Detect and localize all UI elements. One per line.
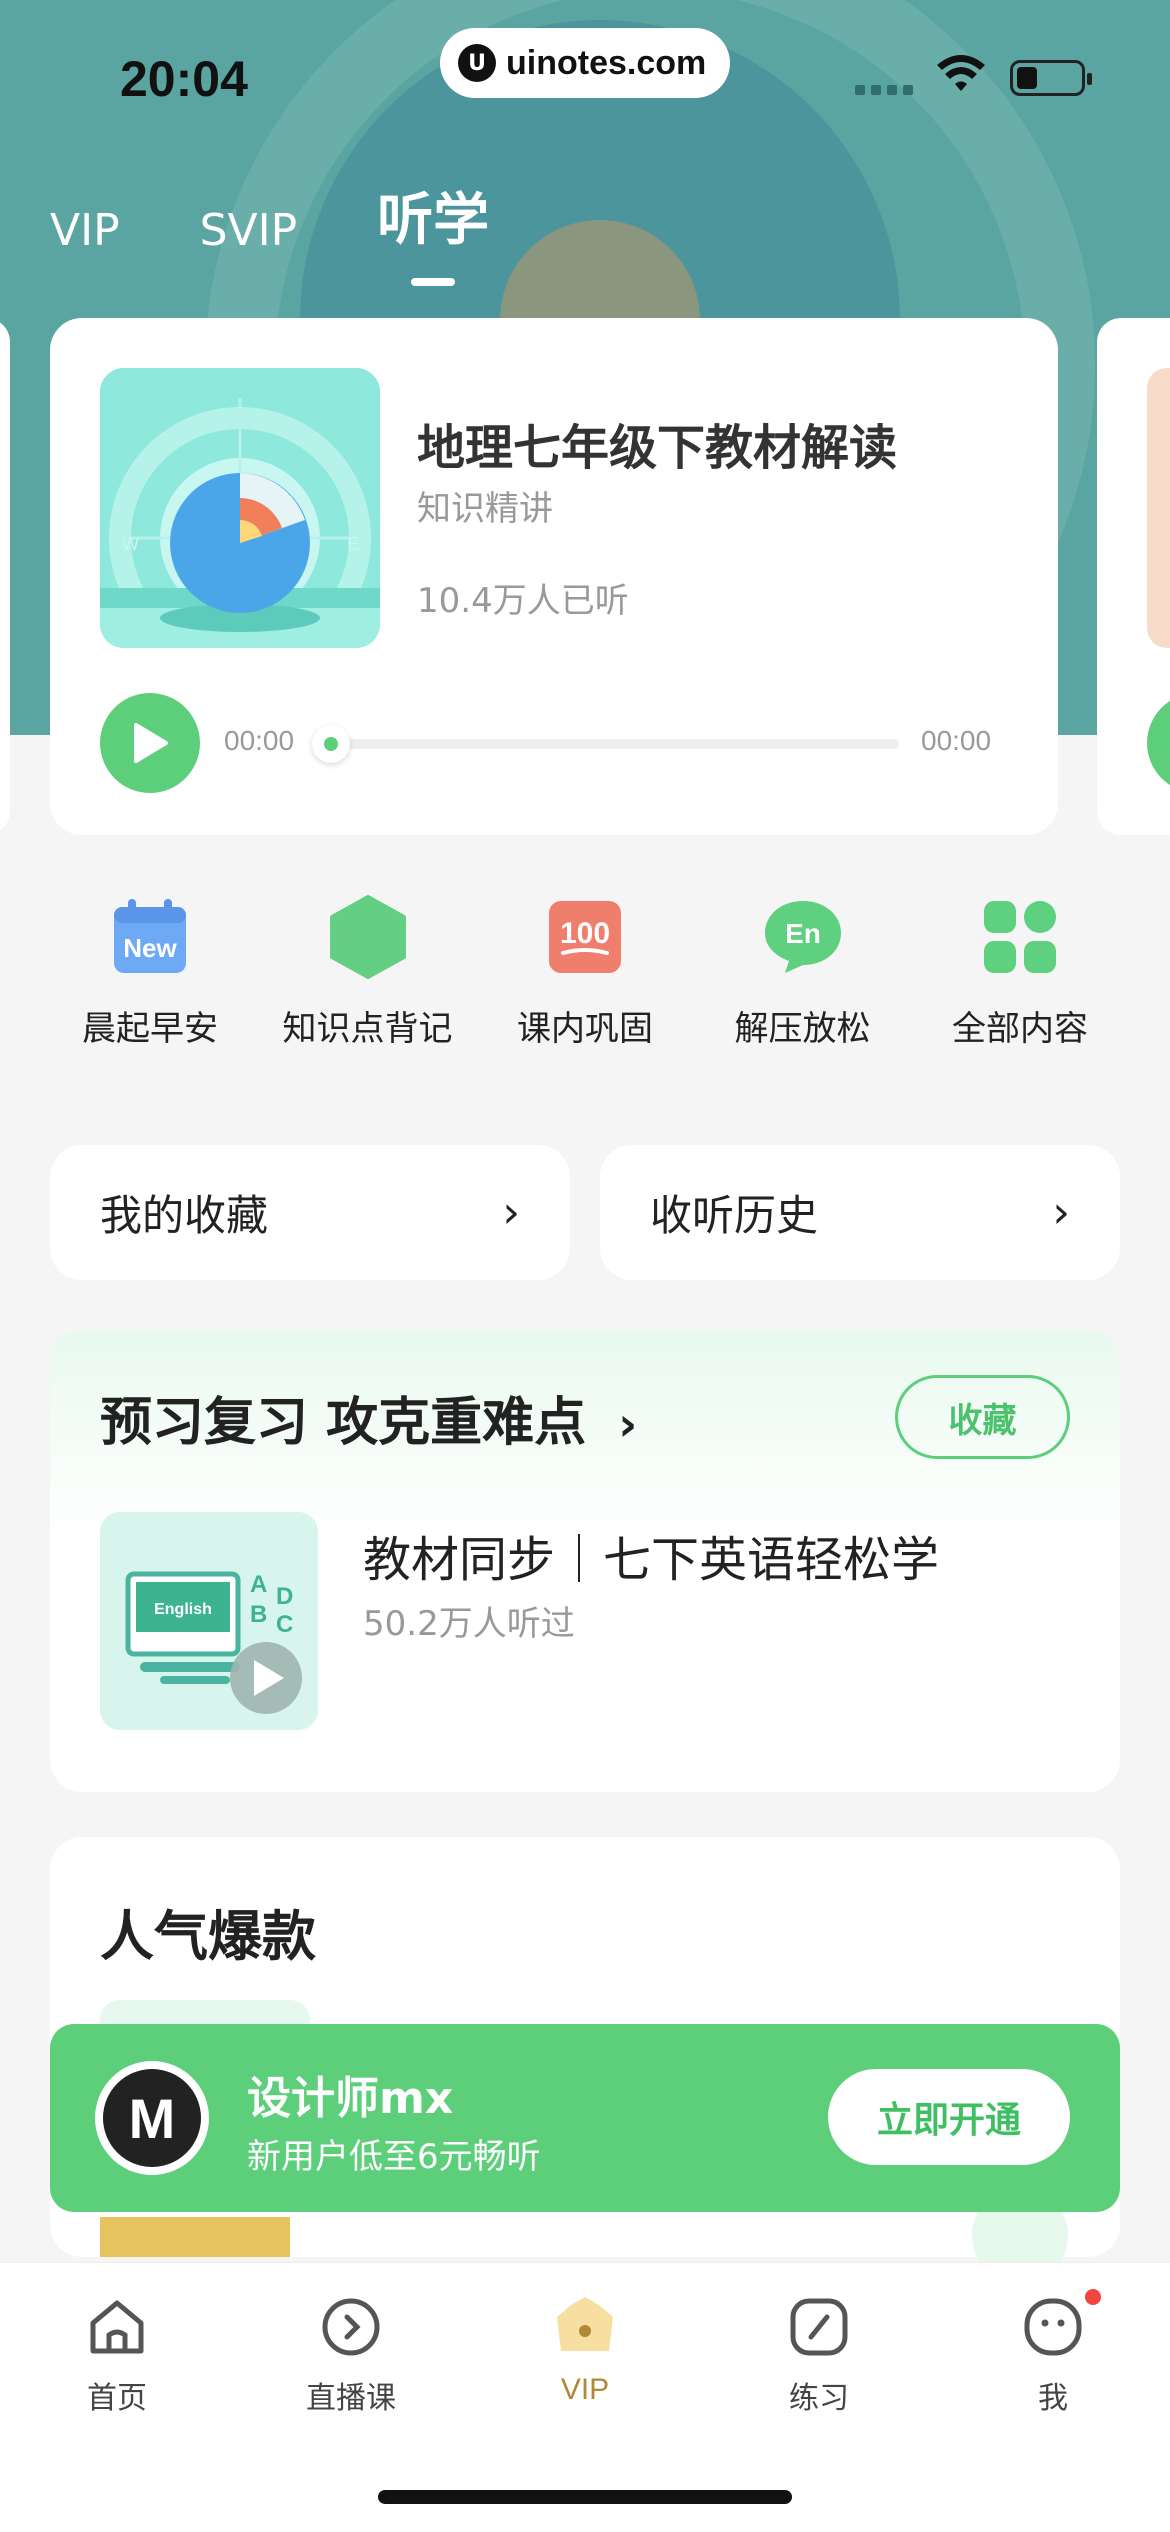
popular-item-thumbnail[interactable] bbox=[100, 2217, 290, 2257]
nav-label: 首页 bbox=[87, 2381, 147, 2416]
watermark-pill: U uinotes.com bbox=[440, 28, 730, 98]
status-bar: 20:04 U uinotes.com bbox=[0, 0, 1170, 140]
watermark-logo: U bbox=[458, 44, 496, 82]
carousel-next-card[interactable] bbox=[1097, 318, 1170, 835]
hexagon-icon bbox=[326, 895, 410, 979]
nav-label: 我 bbox=[1038, 2381, 1068, 2416]
total-time: 00:00 bbox=[921, 725, 992, 756]
progress-track[interactable] bbox=[328, 739, 899, 749]
progress-knob[interactable] bbox=[312, 725, 350, 763]
avatar-logo: M bbox=[103, 2069, 201, 2167]
home-indicator bbox=[378, 2490, 792, 2504]
study-section-title: 预习复习 攻克重难点 bbox=[100, 1393, 587, 1453]
vip-crown-icon bbox=[551, 2293, 619, 2361]
collect-button[interactable]: 收藏 bbox=[895, 1375, 1070, 1459]
home-icon bbox=[83, 2293, 151, 2361]
nav-profile[interactable]: 我 bbox=[963, 2289, 1143, 2417]
nav-home[interactable]: 首页 bbox=[27, 2293, 207, 2417]
wifi-icon bbox=[937, 55, 985, 91]
thumb-english-text: English bbox=[154, 1601, 212, 1618]
quick-action-morning[interactable]: New 晨起早安 bbox=[50, 895, 250, 1075]
chevron-right-icon: › bbox=[502, 1187, 520, 1238]
nav-live[interactable]: 直播课 bbox=[261, 2293, 441, 2417]
study-section-card: 预习复习 攻克重难点 › 收藏 English A B C D 教材同步｜七下英… bbox=[50, 1330, 1120, 1792]
signal-icon bbox=[855, 85, 913, 95]
status-time: 20:04 bbox=[120, 51, 248, 107]
study-item-title[interactable]: 教材同步｜七下英语轻松学 bbox=[363, 1520, 939, 1590]
tab-svip[interactable]: SVIP bbox=[200, 205, 298, 256]
quick-action-label: 课内巩固 bbox=[517, 1009, 653, 1049]
quick-action-consolidate[interactable]: 100 课内巩固 bbox=[485, 895, 685, 1075]
vip-promo-banner[interactable]: M 设计师mx 新用户低至6元畅听 立即开通 bbox=[50, 2024, 1120, 2212]
study-item-thumbnail[interactable]: English A B C D bbox=[100, 1512, 318, 1730]
thumb-letter: D bbox=[276, 1583, 293, 1610]
tab-listen[interactable]: 听学 bbox=[377, 175, 489, 286]
calendar-new-icon: New bbox=[108, 895, 192, 979]
thumb-letter: C bbox=[276, 1611, 293, 1638]
quick-action-label: 解压放松 bbox=[734, 1009, 871, 1049]
elapsed-time: 00:00 bbox=[224, 725, 295, 756]
history-button[interactable]: 收听历史 › bbox=[600, 1145, 1120, 1280]
bubble-badge-text: En bbox=[785, 918, 821, 949]
nav-label: VIP bbox=[560, 2373, 610, 2406]
score-badge-text: 100 bbox=[560, 917, 610, 950]
nav-vip[interactable]: VIP bbox=[495, 2293, 675, 2417]
track-listen-count: 10.4万人已听 bbox=[417, 581, 629, 621]
play-icon bbox=[134, 723, 168, 763]
nav-label: 直播课 bbox=[306, 2381, 396, 2416]
chevron-right-icon: › bbox=[618, 1397, 638, 1451]
favorites-label: 我的收藏 bbox=[100, 1191, 269, 1240]
promo-description: 新用户低至6元畅听 bbox=[247, 2137, 541, 2177]
popular-section-title: 人气爆款 bbox=[100, 1905, 316, 1968]
earth-cover-image: W E bbox=[100, 368, 380, 648]
quick-action-memorize[interactable]: 知识点背记 bbox=[268, 895, 468, 1075]
track-subtitle: 知识精讲 bbox=[417, 489, 553, 529]
quick-actions: New 晨起早安 知识点背记 100 课内巩固 En 解压放松 全部内容 bbox=[50, 895, 1120, 1075]
quick-action-label: 全部内容 bbox=[952, 1009, 1088, 1049]
thumb-letter: B bbox=[250, 1601, 267, 1628]
quick-action-relax[interactable]: En 解压放松 bbox=[703, 895, 903, 1075]
study-section-header[interactable]: 预习复习 攻克重难点 › bbox=[100, 1380, 637, 1455]
next-card-thumbnail bbox=[1147, 368, 1170, 648]
calendar-badge-text: New bbox=[123, 933, 177, 963]
score-100-icon: 100 bbox=[543, 895, 627, 979]
watermark-text: uinotes.com bbox=[506, 43, 707, 82]
english-bubble-icon: En bbox=[761, 895, 845, 979]
grid-icon bbox=[978, 895, 1062, 979]
activate-now-button[interactable]: 立即开通 bbox=[828, 2069, 1070, 2165]
audio-player-card[interactable]: W E 地理七年级下教材解读 知识精讲 10.4万人已听 00:00 00:00 bbox=[50, 318, 1058, 835]
avatar: M bbox=[95, 2061, 209, 2175]
battery-icon bbox=[1010, 60, 1092, 96]
history-label: 收听历史 bbox=[650, 1191, 819, 1240]
quick-action-all[interactable]: 全部内容 bbox=[920, 895, 1120, 1075]
study-item-count: 50.2万人听过 bbox=[363, 1604, 575, 1644]
tab-vip[interactable]: VIP bbox=[50, 205, 120, 256]
thumb-letter: A bbox=[250, 1571, 267, 1598]
favorites-button[interactable]: 我的收藏 › bbox=[50, 1145, 570, 1280]
cover-east-letter: E bbox=[347, 534, 359, 554]
top-tabs: VIP SVIP 听学 bbox=[50, 175, 569, 286]
profile-face-icon bbox=[1019, 2293, 1087, 2361]
next-card-play-button[interactable] bbox=[1147, 693, 1170, 793]
notification-dot bbox=[1085, 2289, 1101, 2305]
nav-label: 练习 bbox=[789, 2381, 849, 2416]
quick-action-label: 知识点背记 bbox=[282, 1009, 453, 1049]
carousel-prev-card[interactable] bbox=[0, 318, 10, 835]
track-title: 地理七年级下教材解读 bbox=[417, 420, 898, 476]
pencil-icon bbox=[785, 2293, 853, 2361]
chevron-right-icon: › bbox=[1052, 1187, 1070, 1238]
nav-practice[interactable]: 练习 bbox=[729, 2293, 909, 2417]
user-name: 设计师mx bbox=[247, 2073, 454, 2124]
play-button[interactable] bbox=[100, 693, 200, 793]
cover-west-letter: W bbox=[122, 534, 139, 554]
quick-action-label: 晨起早安 bbox=[82, 1009, 218, 1049]
live-play-icon bbox=[317, 2293, 385, 2361]
